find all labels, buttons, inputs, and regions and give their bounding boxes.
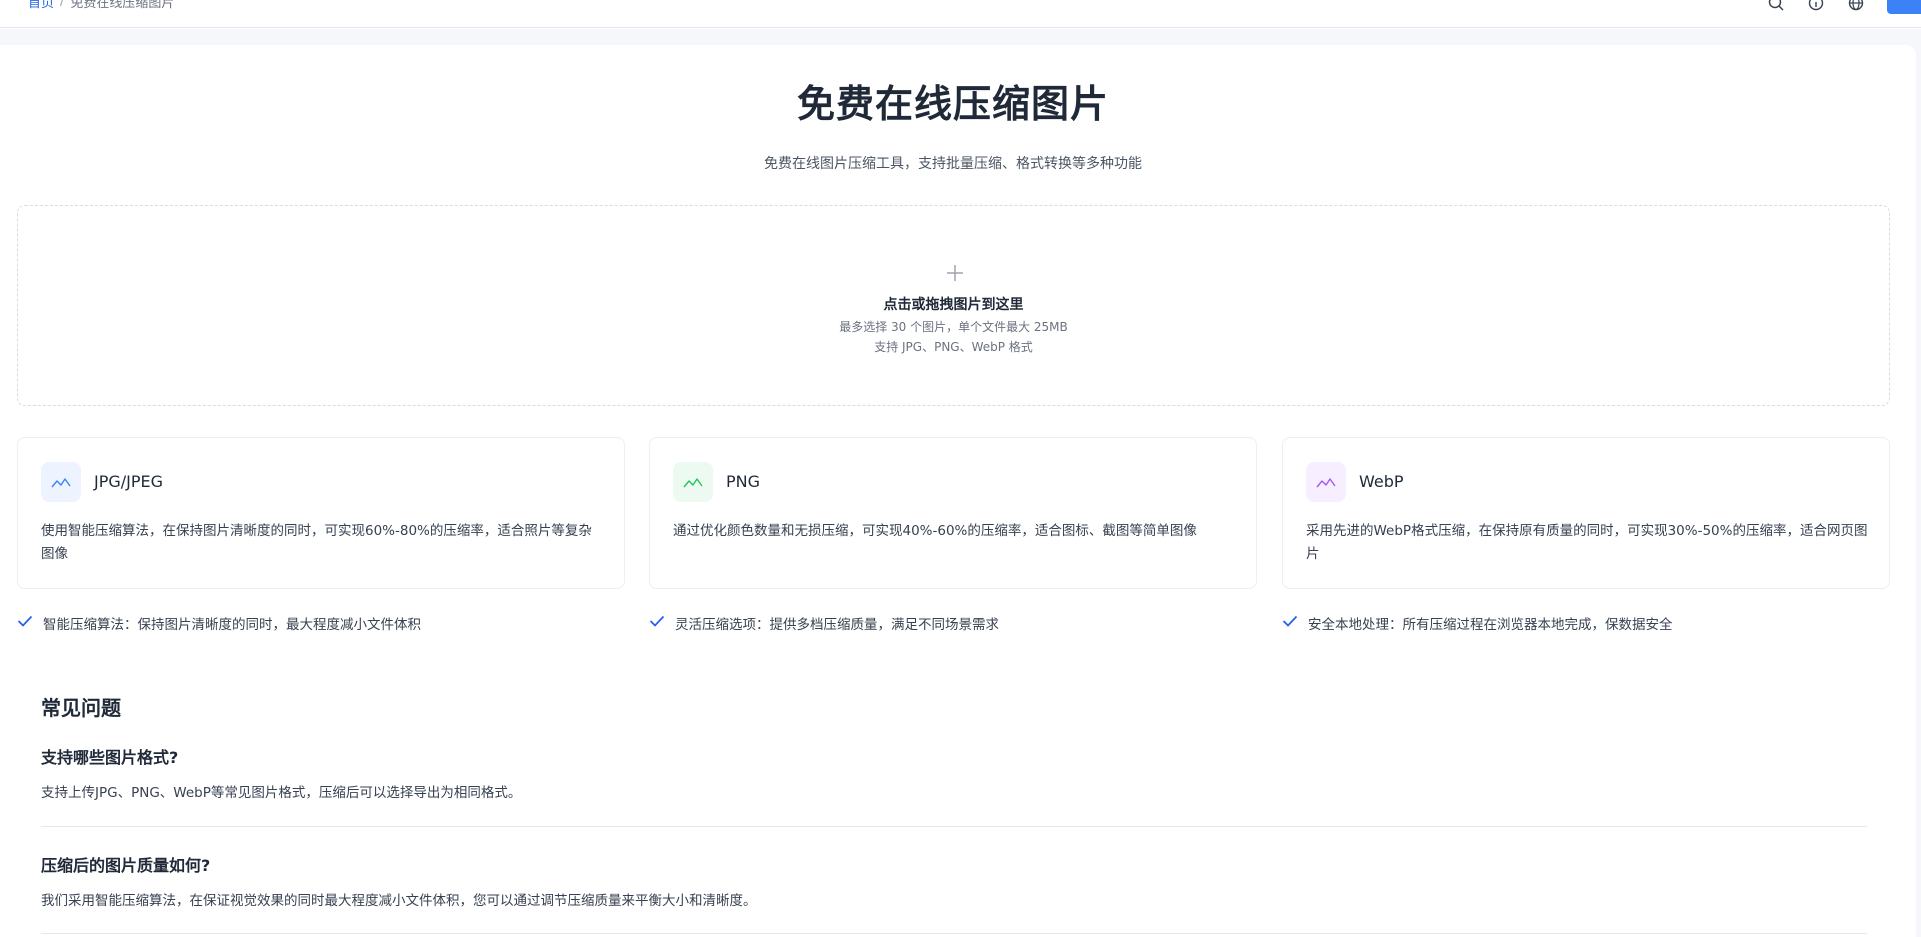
faq-heading: 常见问题 [41,696,121,720]
search-icon[interactable] [1767,0,1785,12]
feature-label: 安全本地处理：所有压缩过程在浏览器本地完成，保数据安全 [1308,617,1673,633]
page-subtitle: 免费在线图片压缩工具，支持批量压缩、格式转换等多种功能 [764,156,1142,172]
divider [41,933,1867,934]
format-card-webp: WebP 采用先进的WebP格式压缩，在保持原有质量的同时，可实现30%-50%… [1282,437,1890,589]
feature-item: 安全本地处理：所有压缩过程在浏览器本地完成，保数据安全 [1282,613,1673,633]
header-actions [1767,0,1921,14]
image-icon [41,462,81,502]
info-icon[interactable] [1807,0,1825,12]
format-description: 采用先进的WebP格式压缩，在保持原有质量的同时，可实现30%-50%的压缩率，… [1306,523,1868,562]
feature-label: 智能压缩算法：保持图片清晰度的同时，最大程度减小文件体积 [43,617,421,633]
top-header: 首页 / 免费在线压缩图片 [0,0,1921,28]
upload-limit-note: 最多选择 30 个图片，单个文件最大 25MB [839,320,1068,334]
image-icon [673,462,713,502]
breadcrumb-home-link[interactable]: 首页 [28,0,54,11]
image-icon [1306,462,1346,502]
breadcrumb-separator: / [60,0,65,9]
faq-answer: 支持上传JPG、PNG、WebP等常见图片格式，压缩后可以选择导出为相同格式。 [41,785,522,801]
divider [41,826,1867,827]
header-primary-button[interactable] [1887,0,1921,14]
globe-icon[interactable] [1847,0,1865,12]
check-icon [649,615,665,631]
page-title: 免费在线压缩图片 [796,82,1109,126]
format-description: 使用智能压缩算法，在保持图片清晰度的同时，可实现60%-80%的压缩率，适合照片… [41,523,592,562]
format-card-png: PNG 通过优化颜色数量和无损压缩，可实现40%-60%的压缩率，适合图标、截图… [649,437,1257,589]
faq-answer: 我们采用智能压缩算法，在保证视觉效果的同时最大程度减小文件体积，您可以通过调节压… [41,893,757,909]
faq-question: 支持哪些图片格式? [41,748,179,767]
format-name: PNG [726,472,761,491]
feature-item: 灵活压缩选项：提供多档压缩质量，满足不同场景需求 [649,613,999,633]
plus-icon [945,263,965,283]
upload-dropzone[interactable]: 点击或拖拽图片到这里 最多选择 30 个图片，单个文件最大 25MB 支持 JP… [17,205,1890,406]
check-icon [17,615,33,631]
feature-label: 灵活压缩选项：提供多档压缩质量，满足不同场景需求 [675,617,999,633]
feature-item: 智能压缩算法：保持图片清晰度的同时，最大程度减小文件体积 [17,613,421,633]
upload-format-note: 支持 JPG、PNG、WebP 格式 [874,340,1033,354]
breadcrumb-current: 免费在线压缩图片 [70,0,175,11]
format-description: 通过优化颜色数量和无损压缩，可实现40%-60%的压缩率，适合图标、截图等简单图… [673,523,1197,539]
format-name: WebP [1359,472,1404,491]
format-card-jpg: JPG/JPEG 使用智能压缩算法，在保持图片清晰度的同时，可实现60%-80%… [17,437,625,589]
format-name: JPG/JPEG [94,472,164,491]
main-card: 免费在线压缩图片 免费在线图片压缩工具，支持批量压缩、格式转换等多种功能 点击或… [0,45,1916,937]
upload-title: 点击或拖拽图片到这里 [883,297,1024,313]
check-icon [1282,615,1298,631]
faq-question: 压缩后的图片质量如何? [41,856,211,875]
breadcrumb: 首页 / 免费在线压缩图片 [28,0,174,11]
